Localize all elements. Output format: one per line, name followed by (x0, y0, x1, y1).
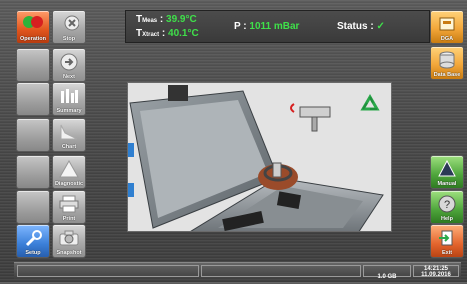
diagnostic-button[interactable]: Diagnostic (52, 155, 86, 189)
status-readout: Status : ✓ (337, 21, 385, 32)
print-button[interactable]: Print (52, 190, 86, 224)
t-xtract-value: 40.1°C (168, 28, 199, 39)
t-xtract-readout: TXtract : 40.1°C (136, 28, 199, 39)
clock: 14:21:25 11.09.2016 (413, 265, 459, 278)
help-label: Help (441, 216, 453, 222)
t-meas-readout: TMeas : 39.9°C (136, 14, 197, 25)
exit-icon (439, 230, 453, 246)
manual-button[interactable]: Manual (430, 155, 464, 189)
wrench-icon (25, 230, 42, 247)
dga-icon (439, 17, 455, 31)
snapshot-label: Snapshot (56, 250, 82, 256)
chart-icon (60, 124, 78, 140)
help-icon: ? (438, 195, 456, 213)
operation-label: Operation (20, 36, 46, 42)
diagnostic-icon (59, 160, 79, 178)
database-button[interactable]: Data Base (430, 46, 464, 80)
stop-icon (64, 15, 79, 31)
measurement-header: TMeas : 39.9°C TXtract : 40.1°C P : 1011… (125, 10, 430, 43)
diagnostic-label: Diagnostic (54, 181, 84, 187)
clock-date: 11.09.2016 (421, 272, 451, 278)
status-segment-1 (17, 265, 199, 277)
device-illustration (127, 82, 392, 232)
stop-button[interactable]: Stop (52, 10, 86, 44)
analyzer-case-image (128, 85, 384, 231)
blank-button-2[interactable] (16, 82, 50, 116)
blank-button-1[interactable] (16, 48, 50, 82)
status-bar: 1.0 GB 14:21:25 11.09.2016 (14, 262, 461, 280)
database-label: Data Base (433, 72, 461, 78)
next-button[interactable]: Next (52, 48, 86, 82)
t-meas-sub: Meas (142, 18, 158, 24)
svg-text:?: ? (444, 199, 450, 211)
exit-label: Exit (441, 250, 453, 256)
blank-button-4[interactable] (16, 155, 50, 189)
help-button[interactable]: ? Help (430, 190, 464, 224)
snapshot-button[interactable]: Snapshot (52, 224, 86, 258)
status-label: Status : (337, 21, 374, 32)
dga-button[interactable]: DGA (430, 10, 464, 44)
pressure-label: P : (234, 21, 247, 32)
manual-label: Manual (437, 181, 457, 187)
camera-icon (59, 230, 79, 246)
manual-icon (438, 160, 456, 177)
t-meas-value: 39.9°C (166, 14, 197, 25)
disk-usage-text: 1.0 GB (377, 274, 397, 280)
setup-label: Setup (25, 250, 41, 256)
operation-button[interactable]: Operation (16, 10, 50, 44)
dga-label: DGA (440, 36, 454, 42)
next-label: Next (63, 74, 75, 80)
blank-button-5[interactable] (16, 190, 50, 224)
chart-button[interactable]: Chart (52, 118, 86, 152)
setup-button[interactable]: Setup (16, 224, 50, 258)
recycle-icon (360, 94, 380, 111)
summary-icon (61, 89, 78, 103)
operation-icon (23, 16, 43, 28)
database-icon (439, 51, 455, 69)
blank-button-3[interactable] (16, 118, 50, 152)
pressure-value: 1011 mBar (249, 21, 300, 32)
pressure-readout: P : 1011 mBar (234, 21, 299, 32)
exit-button[interactable]: Exit (430, 224, 464, 258)
printer-icon (59, 195, 79, 213)
status-check-icon: ✓ (376, 21, 385, 32)
summary-button[interactable]: Summary (52, 82, 86, 116)
stop-label: Stop (62, 36, 76, 42)
next-arrow-icon (60, 53, 78, 71)
chart-label: Chart (61, 144, 77, 150)
disk-usage: 1.0 GB (363, 265, 411, 280)
status-segment-2 (201, 265, 361, 277)
summary-label: Summary (56, 108, 82, 114)
print-label: Print (62, 216, 76, 222)
t-xtract-sub: Xtract (142, 32, 160, 38)
